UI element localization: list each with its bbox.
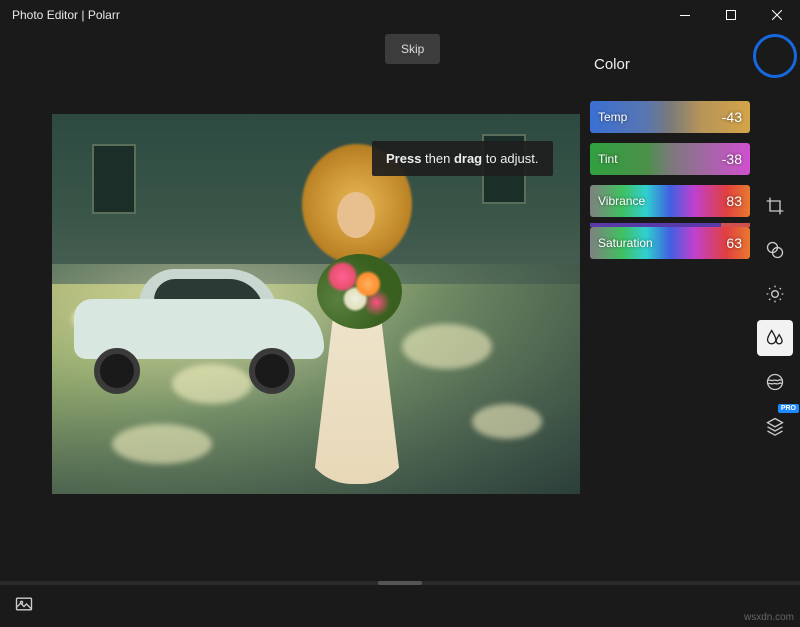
main-content: Skip Press then drag to adjust. <box>0 30 800 584</box>
color-tool[interactable] <box>757 232 793 268</box>
sun-icon <box>765 284 785 304</box>
panel-title: Color <box>590 56 750 73</box>
distort-tool[interactable] <box>757 364 793 400</box>
gallery-button[interactable] <box>14 594 34 619</box>
canvas-area: Skip Press then drag to adjust. <box>0 30 590 584</box>
watermark: wsxdn.com <box>744 612 794 623</box>
slider-label: Temp <box>598 110 627 124</box>
light-tool[interactable] <box>757 276 793 312</box>
slider-value: 83 <box>726 193 742 209</box>
saturation-slider[interactable]: Saturation 63 <box>590 227 750 259</box>
layers-icon <box>765 416 785 436</box>
minimize-button[interactable] <box>662 0 708 30</box>
slider-label: Saturation <box>598 236 653 250</box>
maximize-button[interactable] <box>708 0 754 30</box>
pro-badge: PRO <box>778 404 799 413</box>
minimize-icon <box>680 15 690 16</box>
crop-icon <box>765 196 785 216</box>
window-controls <box>662 0 800 30</box>
close-button[interactable] <box>754 0 800 30</box>
vibrance-slider[interactable]: Vibrance 83 <box>590 185 750 217</box>
slider-value: 63 <box>726 235 742 251</box>
slider-value: -38 <box>722 151 742 167</box>
instruction-tooltip: Press then drag to adjust. <box>372 141 553 176</box>
slider-value: -43 <box>722 109 742 125</box>
footer-bar <box>0 585 800 627</box>
overlap-circles-icon <box>765 240 785 260</box>
close-icon <box>772 10 782 20</box>
crop-tool[interactable] <box>757 188 793 224</box>
window-title: Photo Editor | Polarr <box>12 8 120 22</box>
tool-sidebar: PRO <box>750 30 800 584</box>
temp-slider[interactable]: Temp -43 <box>590 101 750 133</box>
maximize-icon <box>726 10 736 20</box>
droplet-icon <box>765 328 785 348</box>
titlebar: Photo Editor | Polarr <box>0 0 800 30</box>
skip-button[interactable]: Skip <box>385 34 440 64</box>
effects-tool[interactable] <box>757 320 793 356</box>
tint-slider[interactable]: Tint -38 <box>590 143 750 175</box>
color-panel: Color Temp -43 Tint -38 Vibrance 83 Satu… <box>590 30 750 584</box>
scene-element <box>92 144 136 214</box>
scene-subject <box>282 144 422 484</box>
saturation-slider-wrap: Saturation 63 <box>590 227 750 259</box>
slider-label: Tint <box>598 152 618 166</box>
waves-icon <box>765 372 785 392</box>
color-wheel-button[interactable] <box>753 34 797 78</box>
image-icon <box>14 594 34 614</box>
slider-label: Vibrance <box>598 194 645 208</box>
layers-tool[interactable]: PRO <box>757 408 793 444</box>
